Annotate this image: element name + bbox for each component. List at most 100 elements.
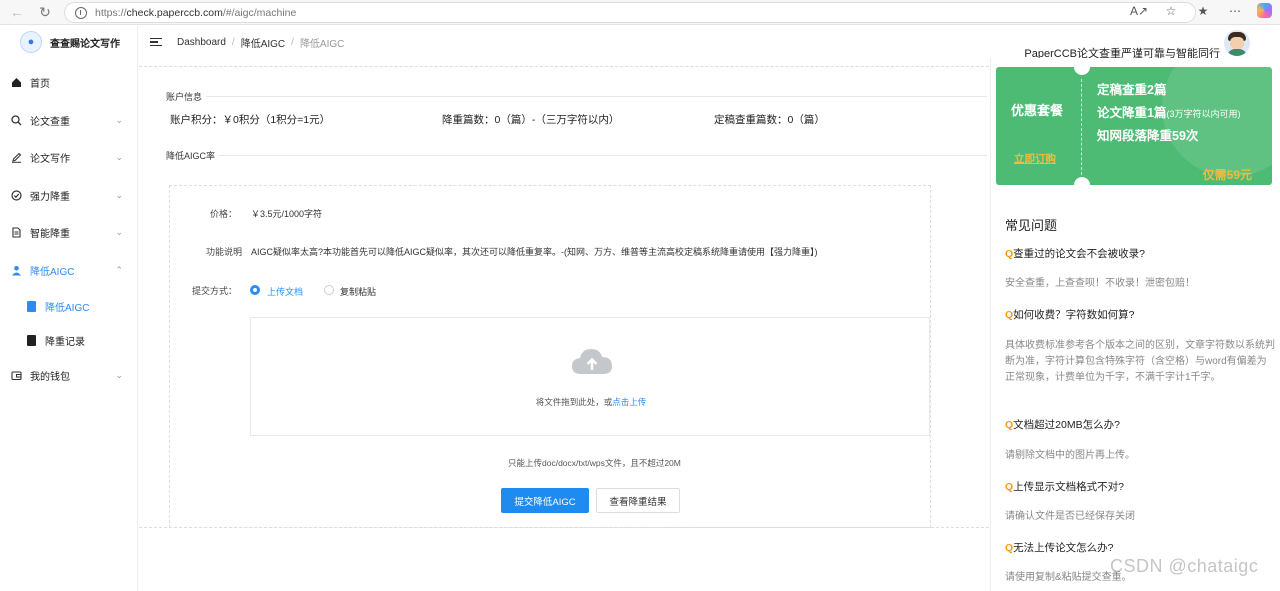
browser-tools: A↗ ☆ ★ ⋯ xyxy=(1129,3,1272,18)
sidebar-subitem-label: 降低AIGC xyxy=(45,302,90,314)
account-final-check-count: 定稿查重篇数：0（篇） xyxy=(714,114,825,126)
browser-toolbar: ← ↻ https://check.paperccb.com/#/aigc/ma… xyxy=(0,0,1280,25)
sidebar-item-label: 智能降重 xyxy=(30,229,70,241)
check-circle-icon xyxy=(10,189,22,201)
faq-answer: 请确认文件是否已经保存关闭 xyxy=(1005,511,1135,522)
home-icon xyxy=(10,77,22,89)
chevron-down-icon: ⌄ xyxy=(115,152,123,163)
read-aloud-icon[interactable]: A↗ xyxy=(1129,4,1149,18)
logo-text: 查查赐论文写作 xyxy=(50,38,120,50)
sidebar-item-label: 首页 xyxy=(30,79,50,91)
pen-icon xyxy=(10,152,22,164)
radio-upload-label[interactable]: 上传文档 xyxy=(267,285,303,298)
sidebar-subitem-reduce-aigc[interactable]: 降低AIGC xyxy=(0,289,137,323)
wallet-icon xyxy=(10,370,22,382)
address-bar[interactable]: https://check.paperccb.com/#/aigc/machin… xyxy=(64,2,1196,23)
menu-toggle-icon[interactable] xyxy=(150,37,162,47)
sidebar-subitem-label: 降重记录 xyxy=(45,336,85,348)
document-icon xyxy=(26,334,37,346)
sidebar: ● 查查赐论文写作 首页 论文查重 ⌄ 论文写作 ⌄ 强力降重 ⌄ 智能降重 ⌄… xyxy=(0,26,138,591)
chevron-down-icon: ⌄ xyxy=(115,114,123,125)
divider xyxy=(162,155,987,156)
radio-paste[interactable] xyxy=(324,285,334,295)
reload-icon[interactable]: ↻ xyxy=(34,1,56,23)
sidebar-item-label: 论文查重 xyxy=(30,116,70,128)
sidebar-menu: 首页 论文查重 ⌄ 论文写作 ⌄ 强力降重 ⌄ 智能降重 ⌄ 降低AIGC ⌃ … xyxy=(0,64,137,395)
submit-aigc-button[interactable]: 提交降低AIGC xyxy=(501,488,589,513)
divider xyxy=(162,96,987,97)
sidebar-item-smart-reduce[interactable]: 智能降重 ⌄ xyxy=(0,214,137,252)
breadcrumb-separator: / xyxy=(231,36,235,48)
sidebar-item-home[interactable]: 首页 xyxy=(0,64,137,102)
sidebar-item-reduce-aigc[interactable]: 降低AIGC ⌃ xyxy=(0,252,137,290)
more-menu-icon[interactable]: ⋯ xyxy=(1225,4,1245,18)
sidebar-item-label: 我的钱包 xyxy=(30,372,70,384)
account-reduce-count: 降重篇数：0（篇）-（三万字符以内） xyxy=(442,114,620,126)
back-icon[interactable]: ← xyxy=(6,1,28,23)
sidebar-item-label: 论文写作 xyxy=(30,154,70,166)
sidebar-item-label: 降低AIGC xyxy=(30,266,75,278)
top-header: Dashboard / 降低AIGC / 降低AIGC PaperCCB论文查重… xyxy=(138,26,1280,60)
sidebar-item-label: 强力降重 xyxy=(30,191,70,203)
cloud-upload-icon xyxy=(572,349,612,374)
radio-upload[interactable] xyxy=(250,285,260,295)
document-icon xyxy=(26,300,37,312)
document-icon xyxy=(10,227,22,239)
breadcrumb-item[interactable]: Dashboard xyxy=(177,37,226,48)
faq-question[interactable]: Q文档超过20MB怎么办? xyxy=(1005,417,1120,432)
faq-question[interactable]: Q查重过的论文会不会被收录? xyxy=(1005,246,1145,261)
faq-question[interactable]: Q上传显示文档格式不对? xyxy=(1005,479,1124,494)
promo-line: 定稿查重2篇 xyxy=(1097,83,1167,97)
logo[interactable]: ● 查查赐论文写作 xyxy=(0,26,137,58)
order-now-link[interactable]: 立即订购 xyxy=(1014,151,1056,166)
section-title-aigc: 降低AIGC率 xyxy=(162,149,220,162)
search-icon xyxy=(10,114,22,126)
breadcrumb-separator: / xyxy=(291,36,294,48)
chevron-down-icon: ⌄ xyxy=(115,227,123,238)
faq-question[interactable]: Q无法上传论文怎么办? xyxy=(1005,540,1114,555)
chevron-down-icon: ⌄ xyxy=(115,370,123,381)
faq-answer: 安全查重，上查查呗！不收录！泄密包赔！ xyxy=(1005,278,1195,289)
description-label: 功能说明 xyxy=(205,247,242,257)
sidebar-item-writing[interactable]: 论文写作 ⌄ xyxy=(0,139,137,177)
favorites-bar-icon[interactable]: ★ xyxy=(1193,4,1213,18)
faq-answer: 具体收费标准参考各个版本之间的区别，文章字符数以系统判断为准，字符计算包含特殊字… xyxy=(1005,340,1275,383)
promo-price: 仅需59元 xyxy=(1202,168,1252,182)
description-value: AIGC疑似率太高?本功能首先可以降低AIGC疑似率，其次还可以降低重复率。-(… xyxy=(251,247,818,257)
favorite-star-icon[interactable]: ☆ xyxy=(1161,4,1181,18)
chevron-down-icon: ⌄ xyxy=(115,189,123,200)
url-text: https://check.paperccb.com/#/aigc/machin… xyxy=(95,6,297,19)
promo-banner[interactable]: 优惠套餐 立即订购 定稿查重2篇 论文降重1篇(3万字符以内可用) 知网段落降重… xyxy=(996,67,1272,185)
faq-title: 常见问题 xyxy=(1005,218,1058,233)
chevron-up-icon: ⌃ xyxy=(115,264,123,275)
upload-hint: 只能上传doc/docx/txt/wps文件，且不超过20M xyxy=(508,458,681,468)
upload-dropzone[interactable]: 将文件拖到此处，或点击上传 xyxy=(250,317,930,436)
watermark: CSDN @chataigc xyxy=(1110,556,1259,576)
radio-paste-label[interactable]: 复制粘贴 xyxy=(340,285,376,298)
promo-title: 优惠套餐 xyxy=(1011,103,1064,118)
click-upload-link[interactable]: 点击上传 xyxy=(612,397,646,407)
copilot-icon[interactable] xyxy=(1257,3,1272,18)
breadcrumb-current: 降低AIGC xyxy=(299,38,345,50)
upload-instruction: 将文件拖到此处，或点击上传 xyxy=(535,397,647,407)
breadcrumb-item[interactable]: 降低AIGC xyxy=(241,35,285,50)
account-points: 账户积分：￥0积分（1积分=1元） xyxy=(170,114,331,126)
sidebar-item-check[interactable]: 论文查重 ⌄ xyxy=(0,102,137,140)
sidebar-item-strong-reduce[interactable]: 强力降重 ⌄ xyxy=(0,177,137,215)
price-label: 价格： xyxy=(209,209,237,219)
breadcrumb: Dashboard / 降低AIGC / 降低AIGC xyxy=(177,35,344,50)
right-panel: 优惠套餐 立即订购 定稿查重2篇 论文降重1篇(3万字符以内可用) 知网段落降重… xyxy=(990,58,1280,591)
avatar[interactable] xyxy=(1224,30,1250,56)
section-title-account: 账户信息 xyxy=(162,90,207,103)
submit-method-label: 提交方式： xyxy=(191,286,237,296)
site-info-icon[interactable] xyxy=(75,6,87,19)
logo-icon: ● xyxy=(20,31,42,53)
faq-answer: 请剔除文档中的图片再上传。 xyxy=(1005,450,1135,461)
sidebar-subitem-records[interactable]: 降重记录 xyxy=(0,323,137,357)
sidebar-item-wallet[interactable]: 我的钱包 ⌄ xyxy=(0,357,137,395)
price-value: ￥3.5元/1000字符 xyxy=(251,209,323,219)
view-results-button[interactable]: 查看降重结果 xyxy=(596,488,680,513)
faq-question[interactable]: Q如何收费？字符数如何算? xyxy=(1005,307,1135,322)
user-icon xyxy=(10,264,22,276)
promo-line: 知网段落降重59次 xyxy=(1097,129,1199,143)
